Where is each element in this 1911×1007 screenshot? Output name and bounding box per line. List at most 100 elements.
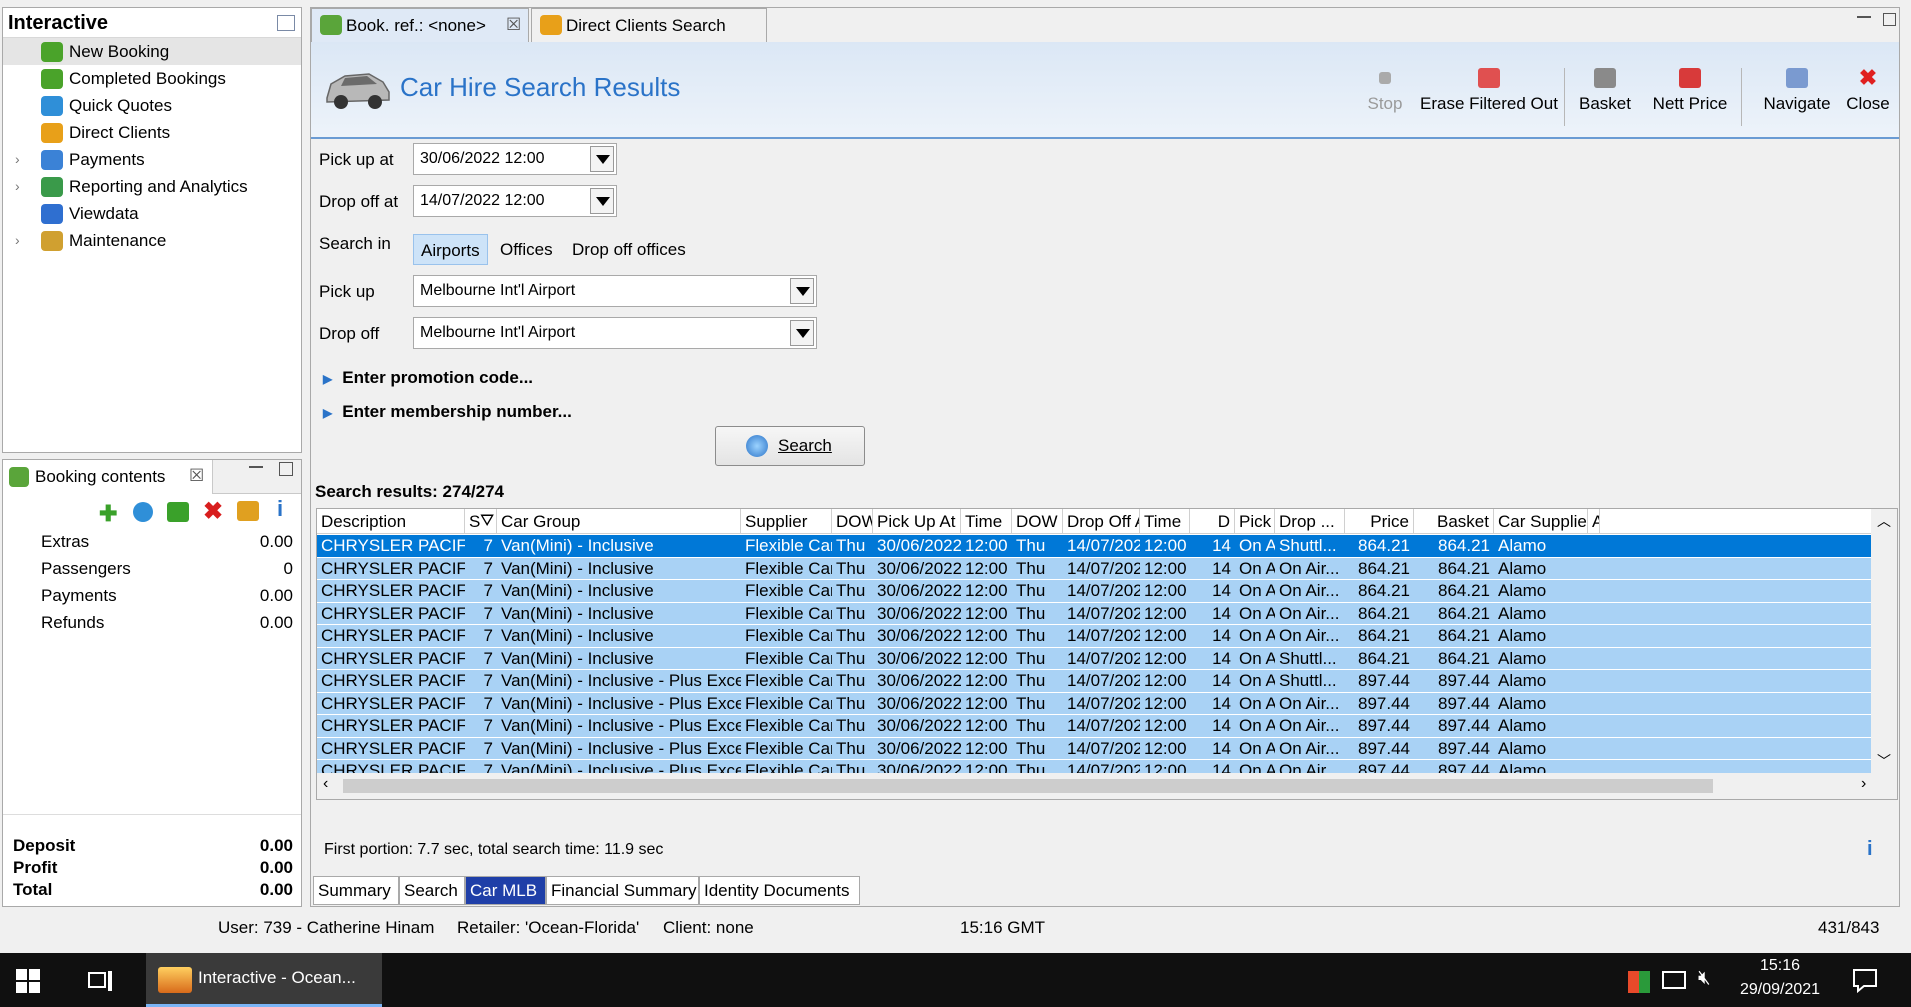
chevron-down-icon[interactable] (790, 320, 814, 346)
table-row[interactable]: CHRYSLER PACIFIC... 7 Van(Mini) - Inclusiv… (317, 692, 1872, 715)
membership-number-expander[interactable]: ▶ Enter membership number... (323, 402, 572, 422)
delete-icon[interactable]: ✖ (203, 497, 223, 526)
scroll-up-icon[interactable]: ︿ (1877, 511, 1891, 531)
table-row[interactable]: CHRYSLER PACIFIC... 7 Van(Mini) - Inclusiv… (317, 670, 1872, 693)
booking-contents-tab[interactable]: Booking contents ☒ (3, 460, 213, 494)
tab-financial-summary[interactable]: Financial Summary (546, 876, 699, 905)
sidebar-item-completed-bookings[interactable]: Completed Bookings (3, 65, 301, 92)
column-header[interactable]: DOW (1012, 509, 1063, 534)
volume-muted-icon[interactable]: 🔇︎ (1698, 967, 1711, 990)
chevron-down-icon[interactable] (590, 146, 614, 172)
tab-summary[interactable]: Summary (313, 876, 399, 905)
basket-button[interactable]: Basket (1574, 68, 1636, 128)
maximize-panel-icon[interactable] (279, 462, 293, 476)
column-header[interactable]: Drop Off At (1063, 509, 1140, 534)
booking-content-row[interactable]: Refunds 0.00 (3, 609, 301, 636)
sidebar-item-maintenance[interactable]: › Maintenance (3, 227, 301, 254)
table-row[interactable]: CHRYSLER PACIFIC... 7 Van(Mini) - Inclusiv… (317, 580, 1872, 603)
chevron-down-icon[interactable] (790, 278, 814, 304)
sidebar-item-payments[interactable]: › Payments (3, 146, 301, 173)
sidebar-item-viewdata[interactable]: Viewdata (3, 200, 301, 227)
column-header[interactable]: Pick Up (1235, 509, 1275, 534)
close-button[interactable]: ✖ Close (1843, 67, 1893, 128)
column-header[interactable]: Pick Up At (873, 509, 961, 534)
close-tab-icon[interactable]: ☒ (506, 15, 521, 35)
navigate-button[interactable]: Navigate (1751, 68, 1843, 128)
promotion-code-expander[interactable]: ▶ Enter promotion code... (323, 368, 533, 388)
holiday-icon[interactable] (237, 501, 259, 521)
table-row[interactable]: CHRYSLER PACIFIC... 7 Van(Mini) - Inclusiv… (317, 535, 1872, 558)
network-icon[interactable] (1662, 971, 1686, 989)
column-header[interactable]: Car Supplier (1494, 509, 1588, 534)
column-header[interactable]: Description (317, 509, 465, 534)
search-in-offices[interactable]: Offices (493, 234, 560, 265)
expand-chevron-icon[interactable]: › (15, 146, 20, 173)
search-in-dropoff-offices[interactable]: Drop off offices (565, 234, 693, 265)
search-in-airports[interactable]: Airports (413, 234, 488, 265)
tab-direct-clients-search[interactable]: Direct Clients Search (531, 8, 767, 42)
sidebar-item-direct-clients[interactable]: Direct Clients (3, 119, 301, 146)
erase-filtered-out-button[interactable]: Erase Filtered Out (1414, 68, 1564, 128)
dropoff-location-select[interactable]: Melbourne Int'l Airport (413, 317, 817, 349)
vertical-scrollbar[interactable]: ︿ ﹀ (1871, 509, 1897, 775)
basket-transfer-icon[interactable] (167, 502, 189, 522)
notifications-icon[interactable] (1852, 967, 1878, 993)
scroll-right-icon[interactable]: › (1861, 775, 1866, 793)
windows-start-icon[interactable] (16, 969, 40, 993)
booking-content-row[interactable]: Payments 0.00 (3, 582, 301, 609)
table-row[interactable]: CHRYSLER PACIFIC... 7 Van(Mini) - Inclusiv… (317, 557, 1872, 580)
taskbar-app-interactive[interactable]: Interactive - Ocean... (146, 953, 382, 1007)
tab-search[interactable]: Search (399, 876, 465, 905)
expand-chevron-icon[interactable]: › (15, 227, 20, 254)
tray-app-icon[interactable] (1628, 971, 1650, 993)
sidebar-item-new-booking[interactable]: New Booking (3, 38, 301, 65)
column-header[interactable]: Car Group (497, 509, 741, 534)
column-header[interactable]: DOW (832, 509, 873, 534)
table-row[interactable]: CHRYSLER PACIFIC... 7 Van(Mini) - Inclusiv… (317, 625, 1872, 648)
collapse-all-button[interactable] (277, 15, 295, 31)
minimize-window-icon[interactable] (1857, 16, 1871, 18)
pickup-at-field[interactable]: 30/06/2022 12:00 (413, 143, 617, 175)
close-tab-icon[interactable]: ☒ (189, 466, 204, 486)
task-view-icon[interactable] (88, 969, 114, 993)
maximize-window-icon[interactable] (1883, 13, 1896, 26)
scroll-left-icon[interactable]: ‹ (323, 775, 328, 793)
column-header[interactable]: A (1588, 509, 1600, 534)
column-header[interactable]: Supplier (741, 509, 832, 534)
table-row[interactable]: CHRYSLER PACIFIC... 7 Van(Mini) - Inclusiv… (317, 715, 1872, 738)
table-row[interactable]: CHRYSLER PACIFIC... 7 Van(Mini) - Inclusiv… (317, 737, 1872, 760)
info-icon[interactable]: i (277, 496, 283, 522)
horizontal-scroll-thumb[interactable] (343, 779, 1713, 793)
horizontal-scrollbar[interactable]: ‹ › (317, 773, 1897, 799)
tab-car-mlb[interactable]: Car MLB (465, 876, 546, 905)
dropoff-at-field[interactable]: 14/07/2022 12:00 (413, 185, 617, 217)
column-header[interactable]: D (1190, 509, 1235, 534)
column-header[interactable]: Drop ... (1275, 509, 1345, 534)
stop-button[interactable]: Stop (1360, 68, 1410, 128)
refresh-icon[interactable] (133, 502, 153, 522)
scroll-down-icon[interactable]: ﹀ (1877, 751, 1891, 771)
info-icon[interactable]: i (1867, 838, 1873, 861)
minimize-panel-icon[interactable] (249, 466, 263, 468)
clock-time[interactable]: 15:16 (1760, 957, 1800, 975)
sidebar-item-reporting-and-analytics[interactable]: › Reporting and Analytics (3, 173, 301, 200)
column-header[interactable]: Time (1140, 509, 1190, 534)
filter-icon[interactable]: ⛛ (480, 511, 494, 531)
expand-chevron-icon[interactable]: › (15, 173, 20, 200)
column-header[interactable]: Basket (1414, 509, 1494, 534)
booking-content-row[interactable]: Passengers 0 (3, 555, 301, 582)
column-header[interactable]: Time (961, 509, 1012, 534)
pickup-location-select[interactable]: Melbourne Int'l Airport (413, 275, 817, 307)
clock-date[interactable]: 29/09/2021 (1740, 981, 1820, 999)
chevron-down-icon[interactable] (590, 188, 614, 214)
sidebar-item-quick-quotes[interactable]: Quick Quotes (3, 92, 301, 119)
nett-price-button[interactable]: Nett Price (1644, 68, 1736, 128)
column-header[interactable]: Price (1345, 509, 1414, 534)
tab-identity-documents[interactable]: Identity Documents (699, 876, 860, 905)
table-row[interactable]: CHRYSLER PACIFIC... 7 Van(Mini) - Inclusiv… (317, 647, 1872, 670)
tab-booking-ref[interactable]: Book. ref.: <none> ☒ (311, 8, 529, 42)
add-icon[interactable]: ✚ (99, 501, 117, 527)
search-button[interactable]: Search (715, 426, 865, 466)
booking-content-row[interactable]: Extras 0.00 (3, 528, 301, 555)
table-row[interactable]: CHRYSLER PACIFIC... 7 Van(Mini) - Inclusiv… (317, 602, 1872, 625)
